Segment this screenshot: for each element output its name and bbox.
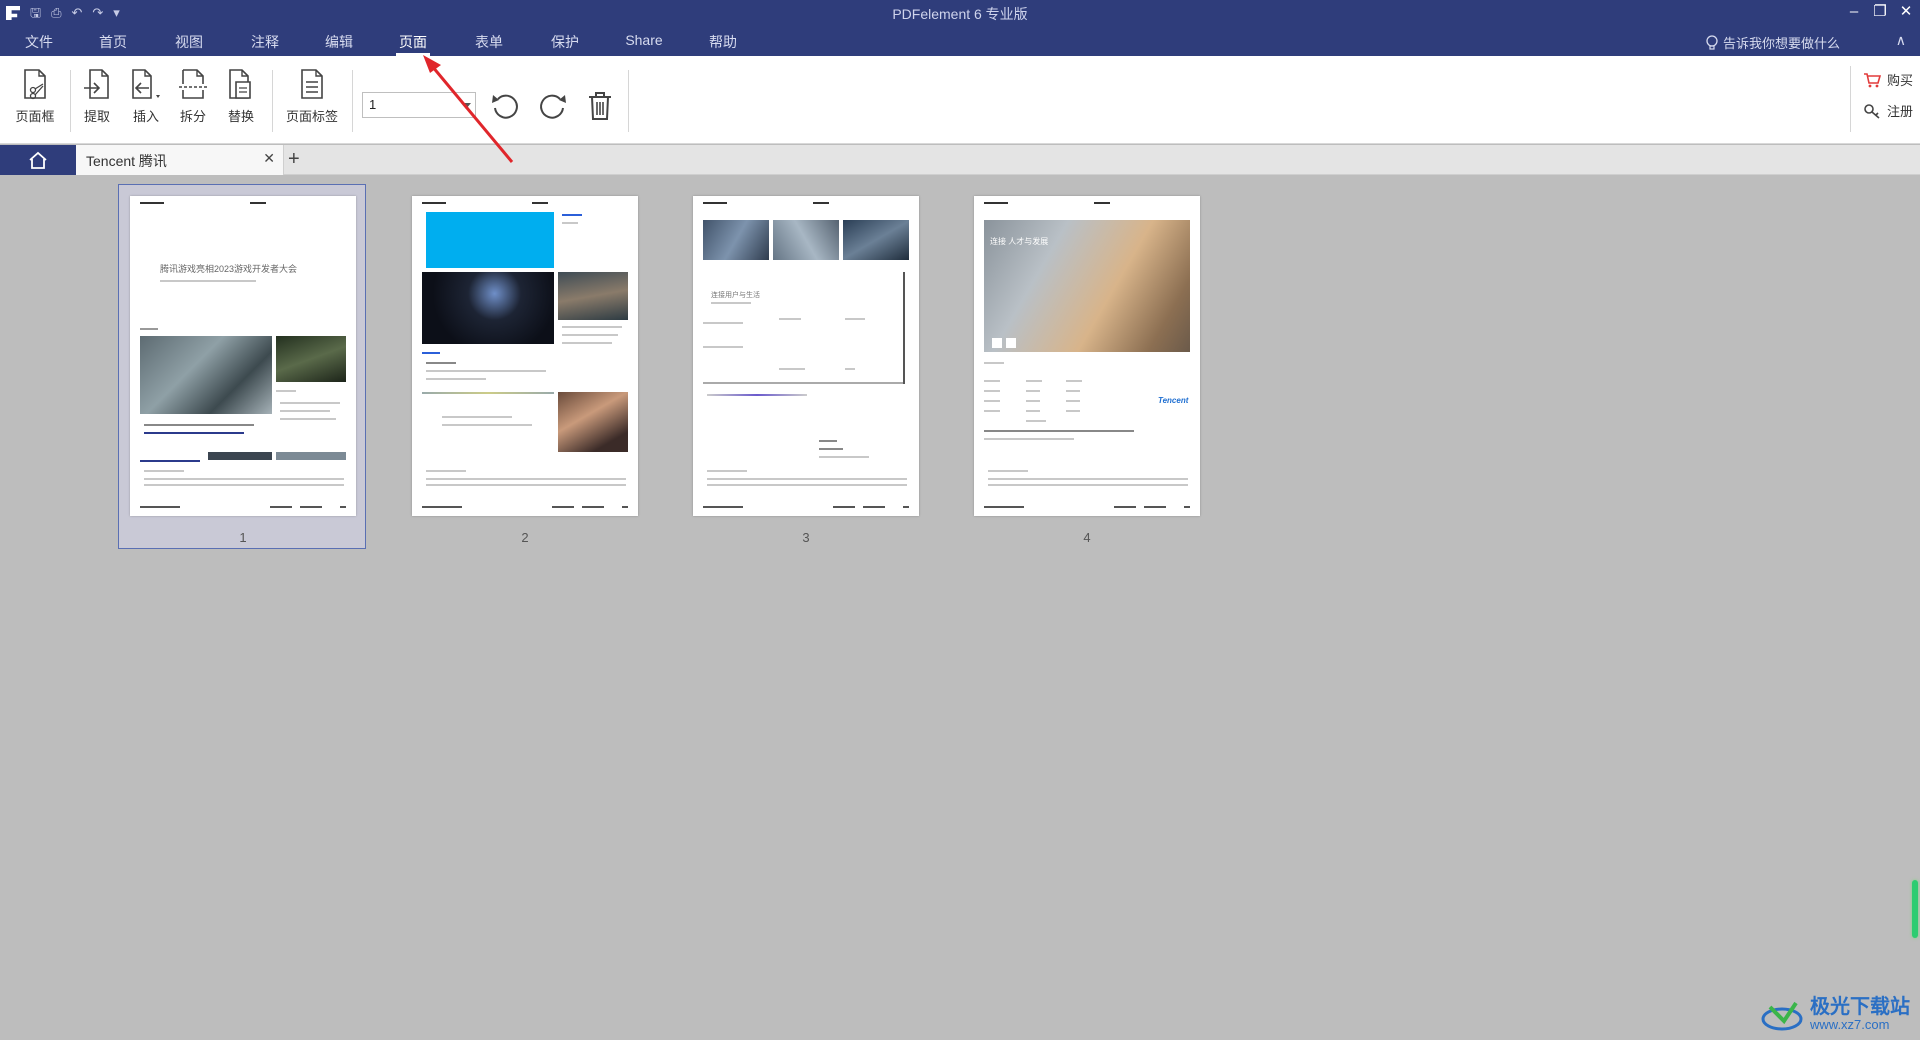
document-tab-title: Tencent 腾讯 — [86, 153, 167, 169]
home-tab[interactable] — [0, 145, 76, 175]
page-number-select[interactable]: 1 — [362, 92, 476, 118]
rotate-right-button[interactable] — [532, 86, 572, 126]
page-thumbnail-2[interactable] — [412, 196, 638, 516]
scroll-indicator[interactable] — [1912, 880, 1918, 938]
page-1-photo-strip — [208, 452, 272, 460]
page-thumbnail-1[interactable]: 腾讯游戏亮相2023游戏开发者大会 — [130, 196, 356, 516]
page-label-icon — [301, 69, 323, 99]
menu-comment[interactable]: 注释 — [248, 32, 282, 56]
page-4-qr-icon — [1006, 338, 1016, 348]
title-bar: 🖫 ⎙ ↶ ↷ ▾ PDFelement 6 专业版 – ❐ ✕ — [0, 0, 1920, 26]
cart-icon — [1864, 72, 1881, 87]
maximize-button[interactable]: ❐ — [1872, 2, 1888, 22]
watermark-logo-icon — [1761, 1001, 1803, 1031]
rotate-left-icon — [492, 94, 518, 119]
page-3-photo-building-1 — [703, 220, 769, 260]
page-box-label: 页面框 — [15, 109, 55, 124]
split-icon — [179, 69, 207, 99]
document-tab-bar: Tencent 腾讯 ✕ + — [0, 145, 1920, 175]
buy-label: 购买 — [1887, 73, 1914, 88]
replace-button[interactable]: 替换 — [224, 68, 258, 125]
window-title: PDFelement 6 专业版 — [892, 6, 1028, 22]
page-thumbnail-4[interactable]: 连接 人才与发展 Tencent — [974, 196, 1200, 516]
menu-home[interactable]: 首页 — [96, 32, 130, 56]
page-number-label: 1 — [239, 530, 247, 545]
buy-button[interactable]: 购买 — [1863, 70, 1920, 89]
chevron-down-icon — [461, 103, 471, 109]
site-watermark: 极光下载站 www.xz7.com — [1760, 996, 1910, 1034]
menu-view[interactable]: 视图 — [172, 32, 206, 56]
extract-button[interactable]: 提取 — [80, 68, 114, 125]
insert-label: 插入 — [132, 109, 159, 124]
page-1-photo-strip — [276, 452, 346, 460]
insert-icon — [132, 69, 160, 99]
page-number-value: 1 — [369, 97, 377, 112]
page-3-photo-building-3 — [843, 220, 909, 260]
page-number-label: 4 — [1083, 530, 1091, 545]
page-1-title: 腾讯游戏亮相2023游戏开发者大会 — [160, 264, 298, 274]
home-icon — [29, 151, 47, 169]
page-3-photo-building-2 — [773, 220, 839, 260]
extract-icon — [84, 69, 109, 99]
ribbon-separator — [628, 70, 629, 132]
rotate-left-button[interactable] — [486, 86, 526, 126]
document-tab[interactable]: Tencent 腾讯 ✕ — [76, 145, 284, 175]
insert-button[interactable]: 插入 — [126, 68, 166, 125]
page-1-photo-side — [276, 336, 346, 382]
window-controls: – ❐ ✕ — [1846, 2, 1914, 22]
extract-label: 提取 — [83, 109, 110, 124]
ribbon-separator — [272, 70, 273, 132]
menu-file[interactable]: 文件 — [22, 32, 56, 56]
page-1-photo-main — [140, 336, 272, 414]
page-3-title: 连接用户与生活 — [711, 292, 760, 299]
close-window-button[interactable]: ✕ — [1898, 2, 1914, 22]
lightbulb-icon — [1706, 34, 1718, 50]
ribbon-toolbar: 页面框 提取 插入 拆分 替换 页面标签 1 购买 注册 — [0, 56, 1920, 144]
collapse-ribbon-icon[interactable]: ∧ — [1896, 32, 1906, 49]
menu-bar: 文件 首页 视图 注释 编辑 页面 表单 保护 Share 帮助 告诉我你想要做… — [0, 26, 1920, 56]
trash-icon — [589, 92, 611, 120]
page-label-button[interactable]: 页面标签 — [284, 68, 340, 125]
page-2-blue-block — [426, 212, 554, 268]
page-4-title: 连接 人才与发展 — [990, 237, 1049, 246]
tell-me-label: 告诉我你想要做什么 — [1722, 36, 1840, 51]
register-button[interactable]: 注册 — [1863, 101, 1920, 120]
register-label: 注册 — [1887, 104, 1914, 119]
menu-protect[interactable]: 保护 — [548, 32, 582, 56]
page-thumbnail-area: 腾讯游戏亮相2023游戏开发者大会 1 2 连接用户与生活 3 连接 人才与发展… — [0, 176, 1920, 1040]
watermark-name: 极光下载站 — [1810, 996, 1910, 1018]
page-thumbnail-3[interactable]: 连接用户与生活 — [693, 196, 919, 516]
page-2-photo-statue — [558, 272, 628, 320]
new-tab-button[interactable]: + — [288, 148, 300, 171]
page-label-label: 页面标签 — [285, 109, 338, 124]
key-icon — [1864, 103, 1880, 119]
page-box-icon — [24, 69, 46, 100]
delete-page-button[interactable] — [580, 86, 620, 126]
page-4-qr-icon — [992, 338, 1002, 348]
close-tab-icon[interactable]: ✕ — [263, 150, 275, 167]
page-3-divider — [903, 272, 905, 384]
page-2-photo-crowd — [558, 392, 628, 452]
replace-label: 替换 — [227, 109, 254, 124]
ribbon-separator — [70, 70, 71, 132]
ribbon-separator — [352, 70, 353, 132]
page-4-logo: Tencent — [1158, 396, 1189, 405]
split-button[interactable]: 拆分 — [176, 68, 210, 125]
page-box-button[interactable]: 页面框 — [12, 68, 58, 125]
minimize-button[interactable]: – — [1846, 2, 1862, 22]
menu-share[interactable]: Share — [618, 32, 670, 56]
menu-help[interactable]: 帮助 — [706, 32, 740, 56]
tell-me-search[interactable]: 告诉我你想要做什么 — [1705, 33, 1840, 52]
page-2-photo-stage — [422, 272, 554, 344]
split-label: 拆分 — [179, 109, 206, 124]
rotate-right-icon — [540, 94, 566, 119]
menu-edit[interactable]: 编辑 — [322, 32, 356, 56]
replace-icon — [229, 69, 251, 99]
page-number-label: 2 — [521, 530, 529, 545]
page-number-label: 3 — [802, 530, 810, 545]
menu-page[interactable]: 页面 — [396, 32, 430, 56]
watermark-url: www.xz7.com — [1810, 1017, 1890, 1032]
menu-form[interactable]: 表单 — [472, 32, 506, 56]
account-panel: 购买 注册 — [1850, 66, 1920, 132]
